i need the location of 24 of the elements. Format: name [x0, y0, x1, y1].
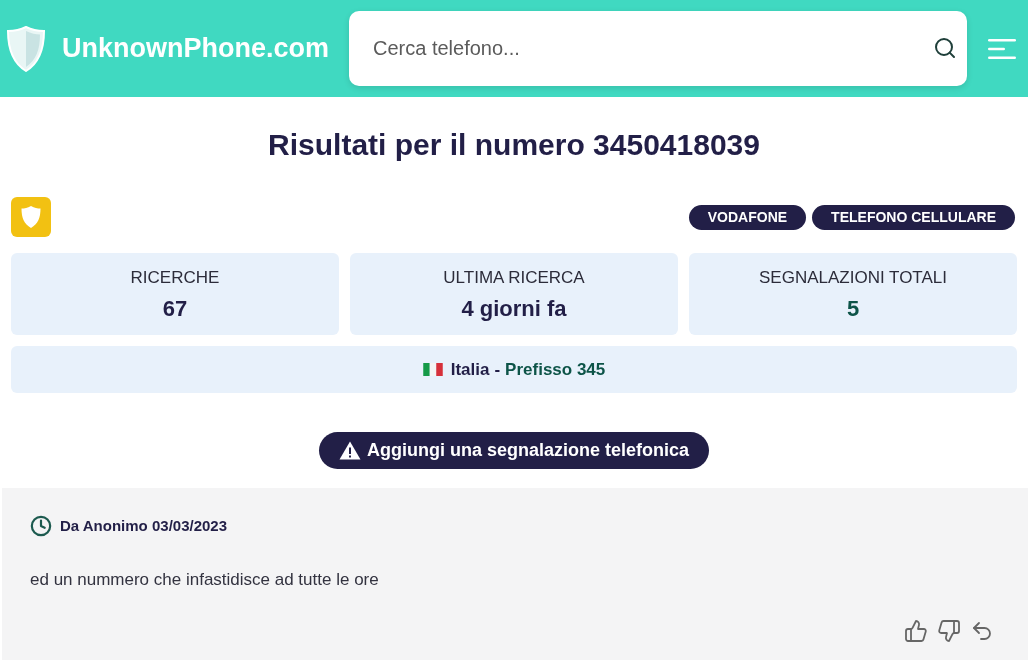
- stat-value: 5: [846, 295, 860, 323]
- country-name: Italia: [450, 358, 490, 381]
- shield-badge-icon: [11, 197, 51, 237]
- prefix-text: Prefisso 345: [505, 358, 606, 381]
- stat-value: 4 giorni fa: [461, 295, 567, 323]
- comment-author-date: Da Anonimo 03/03/2023: [60, 516, 227, 536]
- add-report-button[interactable]: Aggiungi una segnalazione telefonica: [318, 432, 709, 469]
- stat-label: SEGNALAZIONI TOTALI: [759, 267, 947, 289]
- clock-icon: [30, 515, 52, 538]
- stat-label: RICERCHE: [130, 267, 220, 289]
- separator-text: -: [494, 358, 501, 381]
- shield-logo-icon: [6, 25, 46, 72]
- thumbs-up-icon[interactable]: [904, 618, 928, 643]
- search-icon[interactable]: [933, 36, 957, 60]
- thumbs-down-icon[interactable]: [937, 618, 961, 643]
- page-title: Risultati per il numero 3450418039: [267, 127, 761, 163]
- stat-label: ULTIMA RICERCA: [443, 267, 585, 289]
- carrier-tag: VODAFONE: [688, 204, 807, 230]
- search-field[interactable]: Cerca telefono...: [349, 11, 967, 86]
- warning-icon: [338, 441, 361, 460]
- stat-value: 67: [162, 295, 188, 323]
- carrier-tag: TELEFONO CELLULARE: [812, 204, 1015, 230]
- italy-flag-icon: [422, 363, 443, 376]
- comment-text: ed un nummero che infastidisce ad tutte le ore: [30, 568, 379, 591]
